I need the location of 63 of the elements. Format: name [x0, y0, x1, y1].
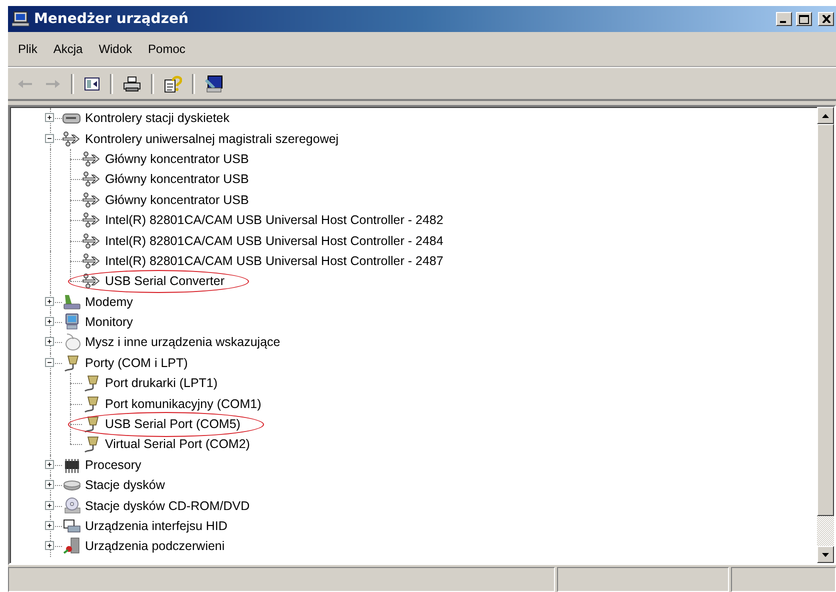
- tree-item[interactable]: Stacje dysków CD-ROM/DVD: [85, 498, 250, 513]
- usb-connector-icon: [82, 232, 102, 249]
- expand-icon[interactable]: [45, 337, 54, 346]
- maximize-icon: [799, 14, 809, 24]
- help-icon[interactable]: [164, 75, 182, 93]
- tree-item[interactable]: Kontrolery uniwersalnej magistrali szeregowej: [85, 132, 339, 146]
- tree-item[interactable]: Porty (COM i LPT): [85, 356, 188, 370]
- usb-connector-icon: [82, 171, 102, 188]
- infrared-device-icon: [62, 537, 82, 556]
- cd-drive-icon: [62, 496, 82, 515]
- tree-item[interactable]: Stacje dysków: [85, 478, 165, 492]
- menu-item[interactable]: Widok: [92, 40, 138, 58]
- expand-icon[interactable]: [45, 460, 54, 469]
- tree-item[interactable]: USB Serial Port (COM5): [105, 417, 240, 432]
- menu-item[interactable]: Plik: [12, 40, 44, 58]
- tree-item[interactable]: Monitory: [85, 315, 133, 330]
- usb-connector-icon: [82, 212, 102, 228]
- tree-item[interactable]: Modemy: [85, 294, 133, 309]
- computer-icon: [12, 11, 30, 27]
- tree-item[interactable]: Intel(R) 82801CA/CAM USB Universal Host Controller - 2482: [105, 213, 444, 228]
- collapse-icon[interactable]: [45, 358, 54, 367]
- expand-icon[interactable]: [45, 521, 54, 530]
- usb-connector-icon: [82, 252, 102, 269]
- menu-item[interactable]: Akcja: [47, 40, 89, 58]
- close-icon: [822, 15, 830, 23]
- monitor-scan-icon[interactable]: [205, 75, 223, 93]
- expand-icon[interactable]: [45, 480, 54, 490]
- scroll-up-icon[interactable]: [822, 114, 829, 118]
- tree-item[interactable]: Urządzenia interfejsu HID: [85, 519, 228, 533]
- tree-item[interactable]: Główny koncentrator USB: [105, 192, 249, 207]
- chip-icon: [62, 456, 82, 473]
- tree-item[interactable]: Port komunikacyjny (COM1): [105, 396, 262, 411]
- tree-item[interactable]: Port drukarki (LPT1): [105, 376, 218, 390]
- menu-item[interactable]: Pomoc: [142, 40, 192, 58]
- tree-item[interactable]: Mysz i inne urządzenia wskazujące: [85, 335, 280, 350]
- scroll-down-icon[interactable]: [822, 552, 829, 556]
- tree-item[interactable]: Intel(R) 82801CA/CAM USB Universal Host Controller - 2484: [105, 234, 444, 248]
- usb-connector-icon: [62, 130, 82, 147]
- tree-item[interactable]: USB Serial Converter: [105, 274, 224, 288]
- collapse-icon[interactable]: [45, 134, 54, 143]
- usb-connector-icon: [82, 273, 102, 290]
- tree-item[interactable]: Procesory: [85, 458, 142, 472]
- maximize-button[interactable]: [796, 12, 812, 26]
- close-button[interactable]: [818, 12, 834, 26]
- tree-item[interactable]: Virtual Serial Port (COM2): [105, 437, 250, 452]
- panel-toggle-icon[interactable]: [84, 76, 100, 92]
- tree-item[interactable]: Główny koncentrator USB: [105, 152, 249, 166]
- modem-icon: [62, 292, 82, 311]
- usb-connector-icon: [82, 192, 102, 208]
- expand-icon[interactable]: [45, 500, 54, 510]
- scrollbar[interactable]: [817, 107, 834, 563]
- minimize-button[interactable]: [776, 12, 792, 26]
- expand-icon[interactable]: [45, 296, 54, 306]
- tree-item[interactable]: Główny koncentrator USB: [105, 172, 249, 186]
- expand-icon[interactable]: [45, 541, 54, 550]
- tree-item[interactable]: Intel(R) 82801CA/CAM USB Universal Host Controller - 2487: [105, 254, 444, 268]
- tree-item[interactable]: Kontrolery stacji dyskietek: [85, 111, 230, 126]
- expand-icon[interactable]: [45, 317, 54, 326]
- expand-icon[interactable]: [45, 113, 54, 122]
- window-title: Menedżer urządzeń: [34, 11, 190, 27]
- printer-icon[interactable]: [123, 76, 141, 92]
- usb-connector-icon: [82, 150, 102, 167]
- tree-item[interactable]: Urządzenia podczerwieni: [85, 539, 225, 554]
